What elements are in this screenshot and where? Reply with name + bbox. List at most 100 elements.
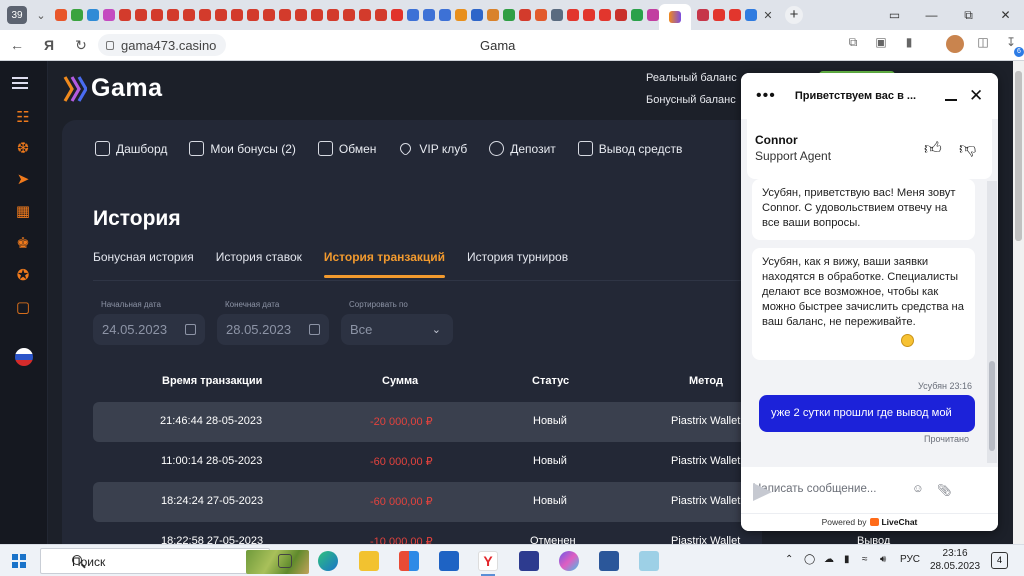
tab-favicon[interactable] (247, 9, 259, 21)
tab-favicon[interactable] (199, 9, 211, 21)
tab-favicon[interactable] (151, 9, 163, 21)
file-explorer-icon[interactable] (359, 551, 379, 571)
notification-icon[interactable]: 4 (991, 552, 1008, 569)
message-input[interactable]: Написать сообщение... ☺ 📎︎ (741, 467, 998, 513)
task-view-icon[interactable] (278, 554, 292, 568)
tab-favicon[interactable] (631, 9, 643, 21)
tab-favicon[interactable] (71, 9, 83, 21)
tray-chevron-icon[interactable]: ⌃ (785, 554, 793, 565)
download-icon[interactable]: ↧ 6 (1002, 35, 1024, 57)
tab-favicon[interactable] (599, 9, 611, 21)
tab-favicon[interactable] (231, 9, 243, 21)
nav-dashboard[interactable]: Дашборд (95, 141, 167, 156)
gama-logo[interactable]: Gama (63, 74, 162, 103)
collections-icon[interactable]: ◫ (974, 35, 992, 53)
chat-icon[interactable]: ▢ (12, 297, 34, 317)
tab-tournament-history[interactable]: История турниров (467, 250, 568, 264)
tab-favicon[interactable] (697, 9, 709, 21)
tab-favicon[interactable] (343, 9, 355, 21)
tab-favicon[interactable] (55, 9, 67, 21)
tab-favicon[interactable] (279, 9, 291, 21)
coins-icon[interactable]: ☷ (12, 107, 34, 127)
tabs-icon[interactable]: ▣ (872, 35, 890, 53)
gift-icon[interactable]: ▦ (12, 201, 34, 221)
chevron-down-icon[interactable]: ⌄ (33, 9, 49, 22)
tab-favicon[interactable] (729, 9, 741, 21)
attachment-icon[interactable]: 📎︎ (937, 483, 952, 497)
sort-select[interactable]: Все ⌄ (341, 314, 453, 345)
close-tab-icon[interactable]: ✕ (761, 9, 775, 22)
tab-favicon[interactable] (503, 9, 515, 21)
minimize-icon[interactable]: — (913, 8, 950, 22)
tab-favicon[interactable] (471, 9, 483, 21)
back-icon[interactable]: ← (6, 37, 28, 53)
tab-favicon[interactable] (295, 9, 307, 21)
tab-favicon[interactable] (87, 9, 99, 21)
tab-favicon[interactable] (487, 9, 499, 21)
wifi-icon[interactable]: ≈ (862, 554, 868, 565)
nav-deposit[interactable]: Депозит (489, 141, 556, 156)
tab-favicon[interactable] (183, 9, 195, 21)
profile-avatar[interactable] (946, 35, 964, 53)
tab-favicon[interactable] (439, 9, 451, 21)
app-icon[interactable] (519, 551, 539, 571)
emoji-icon[interactable]: ☺ (912, 483, 924, 495)
tab-favicon[interactable] (167, 9, 179, 21)
volume-icon[interactable]: 🔊︎ (880, 554, 886, 565)
close-chat-icon[interactable]: ✕ (969, 86, 983, 106)
yandex-browser-icon[interactable]: Y (478, 551, 498, 571)
tab-favicon[interactable] (327, 9, 339, 21)
more-options-icon[interactable]: ••• (756, 87, 776, 105)
thumbs-down-icon[interactable]: 👎︎ (959, 138, 976, 159)
tray-icon[interactable]: ☁ (824, 554, 834, 565)
tab-bet-history[interactable]: История ставок (216, 250, 302, 264)
tab-favicon[interactable] (407, 9, 419, 21)
tab-favicon[interactable] (519, 9, 531, 21)
close-window-icon[interactable]: ✕ (987, 8, 1024, 22)
nav-vip-club[interactable]: VIP клуб (398, 140, 467, 157)
tab-bonus-history[interactable]: Бонусная история (93, 250, 194, 264)
page-scrollbar[interactable] (1013, 61, 1024, 544)
medal-icon[interactable]: ✪ (12, 265, 34, 285)
windows-start-icon[interactable] (12, 554, 26, 568)
tab-favicon[interactable] (455, 9, 467, 21)
end-date-input[interactable]: 28.05.2023 (217, 314, 329, 345)
tab-favicon[interactable] (423, 9, 435, 21)
clock[interactable]: 23:16 28.05.2023 (930, 547, 980, 573)
edge-icon[interactable] (318, 551, 338, 571)
nav-withdraw[interactable]: Вывод средств (577, 141, 682, 156)
reload-icon[interactable]: ↻ (70, 37, 92, 54)
tab-favicon[interactable] (359, 9, 371, 21)
mail-icon[interactable] (439, 551, 459, 571)
tab-favicon[interactable] (311, 9, 323, 21)
store-icon[interactable] (399, 551, 419, 571)
tab-favicon[interactable] (263, 9, 275, 21)
language-indicator[interactable]: РУС (900, 554, 920, 565)
yandex-logo-icon[interactable]: Я (38, 37, 60, 53)
tab-favicon[interactable] (119, 9, 131, 21)
restore-icon[interactable]: ▭ (876, 8, 913, 22)
app-icon[interactable] (639, 551, 659, 571)
new-tab-button[interactable]: + (785, 6, 803, 24)
maximize-icon[interactable]: ⧉ (950, 8, 987, 23)
nav-bonuses[interactable]: Мои бонусы (2) (189, 141, 296, 156)
battery-icon[interactable]: ▮ (844, 554, 850, 565)
tray-icon[interactable]: ◯ (804, 554, 815, 565)
tab-transaction-history[interactable]: История транзакций (323, 250, 446, 278)
bookmark-icon[interactable]: ▮ (900, 35, 918, 53)
minimize-chat-icon[interactable] (945, 99, 957, 101)
chat-scrollbar[interactable] (987, 181, 997, 463)
tab-favicon[interactable] (391, 9, 403, 21)
casino-chip-icon[interactable]: ❆ (12, 138, 34, 158)
tab-favicon[interactable] (375, 9, 387, 21)
word-icon[interactable] (599, 551, 619, 571)
tab-favicon[interactable] (551, 9, 563, 21)
share-icon[interactable]: ⧉ (844, 35, 862, 53)
tab-favicon[interactable] (745, 9, 757, 21)
tab-favicon[interactable] (135, 9, 147, 21)
rocket-icon[interactable]: ➤ (12, 169, 34, 189)
taskbar-search[interactable]: Поиск (40, 548, 309, 574)
tab-favicon[interactable] (713, 9, 725, 21)
tab-favicon[interactable] (615, 9, 627, 21)
russia-flag-icon[interactable] (15, 348, 33, 366)
